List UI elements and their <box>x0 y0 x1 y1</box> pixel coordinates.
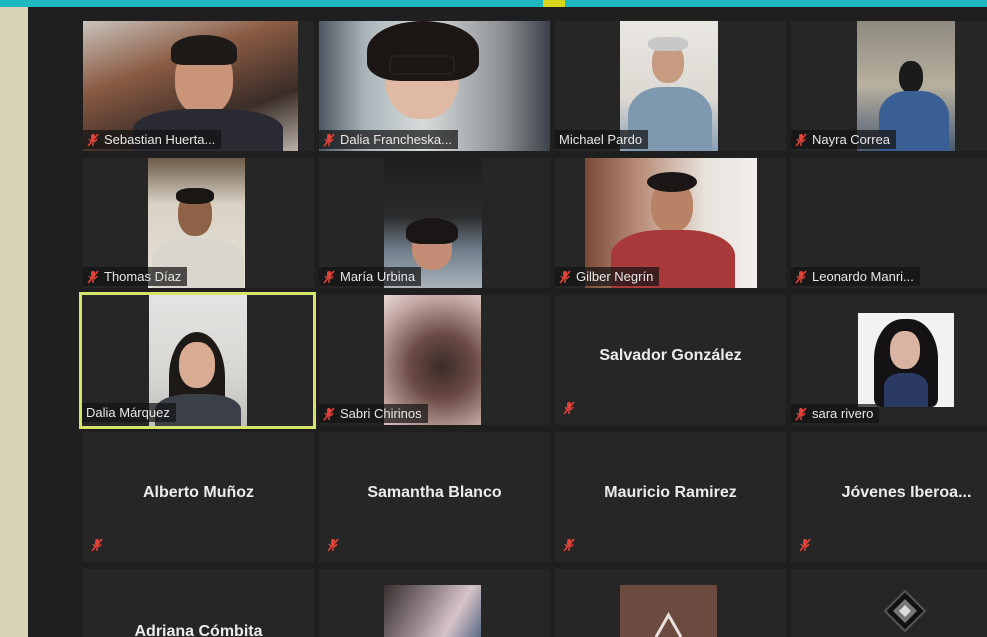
participant-tile[interactable] <box>791 569 987 637</box>
participant-tile[interactable]: Leonardo Manri... <box>791 158 987 288</box>
participant-tile[interactable]: Alberto Muñoz <box>83 432 314 562</box>
participant-tile[interactable]: Dalia Francheska... <box>319 21 550 151</box>
muted-microphone-icon <box>795 406 807 421</box>
participant-name: Leonardo Manri... <box>812 269 914 284</box>
participant-name: sara rivero <box>812 406 874 421</box>
participant-name: Adriana Cómbita <box>134 623 263 637</box>
left-margin <box>0 7 28 637</box>
participant-name: Dalia Márquez <box>86 405 170 420</box>
participant-tile[interactable]: Sabri Chirinos <box>319 295 550 425</box>
participant-name: Thomas Díaz <box>104 269 182 284</box>
participant-tile[interactable]: Gilber Negrín <box>555 158 786 288</box>
muted-microphone-icon <box>559 269 571 284</box>
participant-avatar <box>883 589 927 633</box>
participant-tile[interactable]: Sebastian Huerta... <box>83 21 314 151</box>
participant-name: Nayra Correa <box>812 132 891 147</box>
active-speaker-tile[interactable]: Dalia Márquez <box>79 292 316 429</box>
muted-microphone-icon <box>327 538 339 552</box>
diamond-logo-icon <box>883 589 927 633</box>
muted-microphone-icon <box>323 132 335 147</box>
participant-name: Salvador González <box>599 347 742 364</box>
participant-tile[interactable]: Thomas Díaz <box>83 158 314 288</box>
participant-video <box>858 313 954 407</box>
muted-microphone-icon <box>91 538 103 552</box>
participant-name: Alberto Muñoz <box>142 484 255 501</box>
participant-name-label: sara rivero <box>791 404 880 423</box>
participant-video <box>384 585 481 637</box>
participant-tile[interactable] <box>319 569 550 637</box>
participant-name: Mauricio Ramirez <box>604 484 737 501</box>
muted-microphone-icon <box>323 406 335 421</box>
top-accent-bar <box>0 0 987 7</box>
participant-name: Sabri Chirinos <box>340 406 422 421</box>
participant-avatar <box>620 585 717 637</box>
participant-tile[interactable]: Nayra Correa <box>791 21 987 151</box>
muted-microphone-icon <box>799 538 811 552</box>
participant-name-label: Gilber Negrín <box>555 267 660 286</box>
participant-tile[interactable]: Salvador González <box>555 295 786 425</box>
participant-name-label: Dalia Márquez <box>82 403 176 422</box>
participant-name-label: Michael Pardo <box>555 130 649 149</box>
participant-name: Gilber Negrín <box>576 269 654 284</box>
participant-name-label: María Urbina <box>319 267 422 286</box>
muted-microphone-icon <box>323 269 335 284</box>
muted-microphone-icon <box>795 132 807 147</box>
letter-a-avatar-icon <box>654 611 683 637</box>
participant-name: Michael Pardo <box>559 132 643 147</box>
participant-name-label: Thomas Díaz <box>83 267 188 286</box>
participant-tile[interactable]: Michael Pardo <box>555 21 786 151</box>
participant-tile[interactable]: Adriana Cómbita <box>83 569 314 637</box>
participant-name: Jóvenes Iberoa... <box>841 484 972 501</box>
muted-microphone-icon <box>563 401 575 415</box>
muted-microphone-icon <box>87 132 99 147</box>
muted-microphone-icon <box>795 269 807 284</box>
participant-name-label: Dalia Francheska... <box>319 130 458 149</box>
participant-name-label: Sebastian Huerta... <box>83 130 222 149</box>
participant-name: Dalia Francheska... <box>340 132 452 147</box>
top-bar-notch <box>543 0 565 7</box>
participant-tile[interactable]: sara rivero <box>791 295 987 425</box>
muted-microphone-icon <box>563 538 575 552</box>
muted-microphone-icon <box>87 269 99 284</box>
participant-tile[interactable]: Jóvenes Iberoa... <box>791 432 987 562</box>
participant-tile[interactable]: María Urbina <box>319 158 550 288</box>
participant-name-label: Sabri Chirinos <box>319 404 428 423</box>
participant-tile[interactable]: Samantha Blanco <box>319 432 550 562</box>
participant-name: Sebastian Huerta... <box>104 132 216 147</box>
participant-name: María Urbina <box>340 269 416 284</box>
participant-name-label: Leonardo Manri... <box>791 267 920 286</box>
participant-name: Samantha Blanco <box>367 484 502 501</box>
participant-name-label: Nayra Correa <box>791 130 897 149</box>
gallery-view: Sebastian Huerta... Dalia Francheska... … <box>28 7 987 637</box>
participant-tile[interactable]: Mauricio Ramirez <box>555 432 786 562</box>
participant-tile[interactable] <box>555 569 786 637</box>
